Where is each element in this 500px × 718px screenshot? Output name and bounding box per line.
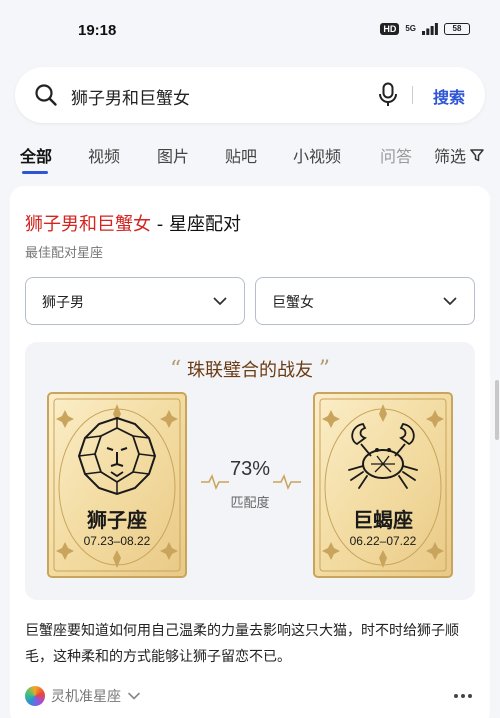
mic-icon[interactable] bbox=[377, 82, 399, 108]
result-title[interactable]: 狮子男和巨蟹女 - 星座配对 bbox=[25, 210, 241, 236]
more-options-icon[interactable] bbox=[454, 694, 472, 698]
search-icon bbox=[35, 84, 57, 106]
match-percent-label: 匹配度 bbox=[230, 496, 270, 511]
match-title-text: 珠联璧合的战友 bbox=[187, 360, 313, 381]
source-logo-icon bbox=[25, 686, 45, 706]
status-bar: 19:18 HD 5G 58 bbox=[0, 0, 500, 60]
tab-bar: 全部 视频 图片 贴吧 小视频 问答 筛选 bbox=[0, 135, 500, 177]
match-title: “ 珠联璧合的战友 ” bbox=[25, 356, 475, 382]
battery-icon: 58 bbox=[444, 23, 470, 35]
tab-qa[interactable]: 问答 bbox=[380, 143, 412, 167]
tab-tieba[interactable]: 贴吧 bbox=[225, 143, 257, 167]
search-button[interactable]: 搜索 bbox=[433, 84, 465, 108]
hd-badge: HD bbox=[380, 23, 400, 35]
search-input[interactable]: 狮子男和巨蟹女 bbox=[71, 84, 190, 109]
source-row[interactable]: 灵机准星座 bbox=[25, 686, 141, 706]
chevron-down-icon bbox=[213, 297, 227, 305]
funnel-icon bbox=[470, 149, 484, 162]
result-description: 巨蟹座要知道如何用自己温柔的力量去影响这只大猫，时不时给狮子顺毛，这种柔和的方式… bbox=[25, 623, 459, 665]
leo-dates: 07.23–08.22 bbox=[83, 534, 151, 548]
source-name: 灵机准星座 bbox=[51, 689, 121, 705]
status-time: 19:18 bbox=[78, 22, 117, 39]
lion-icon bbox=[77, 416, 157, 496]
tab-short-video[interactable]: 小视频 bbox=[293, 143, 341, 167]
tab-images[interactable]: 图片 bbox=[157, 143, 189, 167]
quote-open: “ bbox=[170, 357, 182, 382]
match-panel: “ 珠联璧合的战友 ” 狮子座 07.23–08.22 73% 匹配度 巨蝎座 … bbox=[25, 342, 475, 600]
search-divider bbox=[412, 86, 413, 104]
tab-all[interactable]: 全部 bbox=[20, 143, 52, 167]
female-sign-value: 巨蟹女 bbox=[272, 295, 314, 311]
quote-close: ” bbox=[318, 357, 330, 382]
chevron-down-icon bbox=[443, 297, 457, 305]
filter-label: 筛选 bbox=[434, 147, 467, 166]
status-icons: HD 5G 58 bbox=[380, 23, 470, 35]
cancer-name: 巨蝎座 bbox=[353, 508, 413, 532]
signal-icon bbox=[422, 23, 438, 35]
female-sign-select[interactable]: 巨蟹女 bbox=[255, 277, 475, 325]
crab-icon bbox=[348, 423, 418, 489]
filter-button[interactable]: 筛选 bbox=[434, 143, 484, 167]
cancer-card: 巨蝎座 06.22–07.22 bbox=[313, 392, 453, 578]
search-box[interactable]: 狮子男和巨蟹女 搜索 bbox=[15, 67, 485, 123]
result-card: 狮子男和巨蟹女 - 星座配对 最佳配对星座 狮子男 巨蟹女 “ 珠联璧合的战友 … bbox=[10, 186, 490, 718]
result-subtitle: 最佳配对星座 bbox=[25, 246, 104, 261]
tab-video[interactable]: 视频 bbox=[88, 143, 120, 167]
cancer-dates: 06.22–07.22 bbox=[349, 534, 417, 548]
male-sign-value: 狮子男 bbox=[42, 295, 84, 311]
pulse-line-right bbox=[273, 474, 301, 490]
chevron-down-icon bbox=[128, 692, 140, 700]
leo-name: 狮子座 bbox=[87, 508, 147, 532]
title-rest: - 星座配对 bbox=[151, 214, 241, 235]
scrollbar[interactable] bbox=[495, 380, 499, 440]
leo-card: 狮子座 07.23–08.22 bbox=[47, 392, 187, 578]
male-sign-select[interactable]: 狮子男 bbox=[25, 277, 245, 325]
match-percent: 73% bbox=[229, 458, 271, 480]
tab-active-indicator bbox=[22, 171, 48, 174]
title-highlight: 狮子男和巨蟹女 bbox=[25, 214, 151, 235]
network-indicator: 5G bbox=[405, 24, 416, 33]
